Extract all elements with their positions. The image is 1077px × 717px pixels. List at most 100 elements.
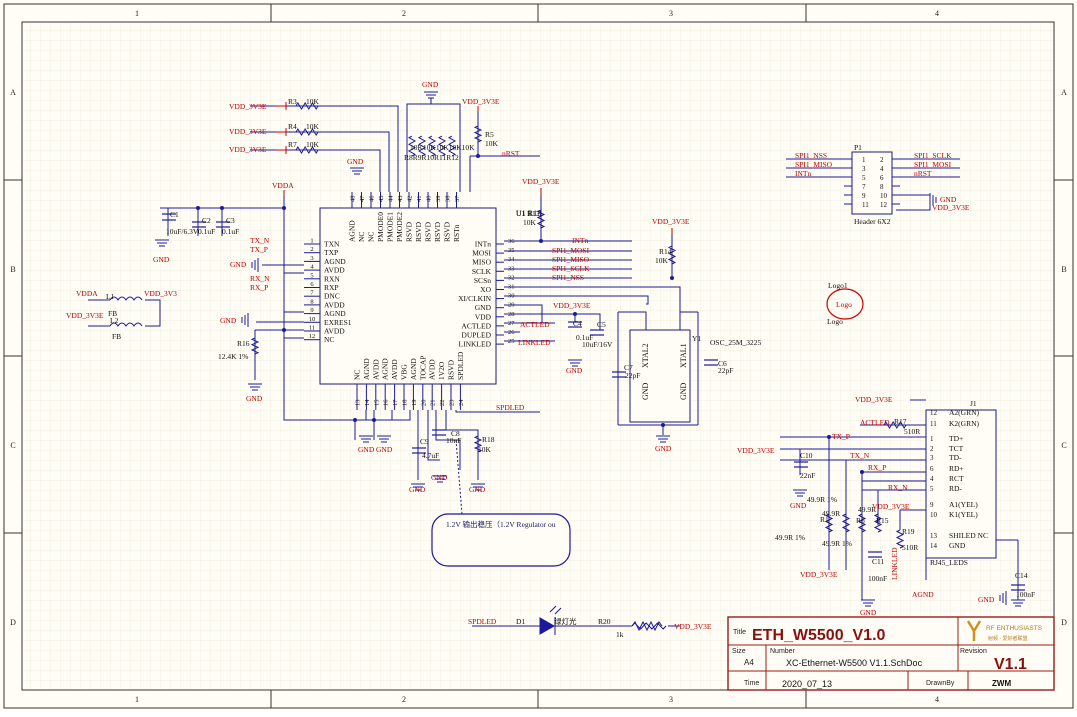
gnd-label: GND bbox=[566, 366, 583, 375]
gnd-label: GND bbox=[431, 473, 448, 482]
chip-pin-name: NC bbox=[367, 232, 376, 242]
brand-subtitle: 射频 · 爱好者联盟 bbox=[988, 635, 1027, 642]
j1-pin-name: RD+ bbox=[949, 464, 964, 473]
spi-nss-net: SPI1_NSS bbox=[552, 273, 584, 282]
chip-pin-name: AGND bbox=[381, 358, 390, 380]
j1-pin-number: 12 bbox=[930, 409, 938, 417]
chip-pin-name: RXN bbox=[324, 274, 340, 283]
chip-pin-number: 45 bbox=[378, 196, 385, 203]
col-label-1-bottom: 1 bbox=[135, 695, 139, 704]
d1-label: D1 bbox=[516, 617, 525, 626]
chip-pin-name: PMODE0 bbox=[376, 212, 385, 242]
chip-pin-number: 18 bbox=[402, 400, 409, 407]
chip-pin-name: DUPLED bbox=[461, 331, 491, 340]
c2-label: C2 bbox=[202, 216, 211, 225]
spdled-net: SPDLED bbox=[468, 617, 497, 626]
chip-pin-name: VBG bbox=[400, 364, 409, 380]
c11-label: C11 bbox=[872, 557, 884, 566]
chip-pin-number: 15 bbox=[373, 400, 380, 407]
gnd-label: GND bbox=[469, 485, 486, 494]
chip-pin-number: 8 bbox=[310, 298, 313, 305]
header-pin-number: 2 bbox=[880, 156, 884, 164]
chip-pin-number: 24 bbox=[458, 399, 465, 406]
chip-pin-name: SCSn bbox=[474, 276, 491, 285]
c2-value: 0.1uF bbox=[198, 227, 215, 236]
chip-pin-name: AGND bbox=[324, 257, 346, 266]
header-left-net: SPI1_NSS bbox=[795, 151, 827, 160]
xtal2-label: XTAL2 bbox=[641, 343, 650, 368]
c5-value: 10uF/16V bbox=[582, 340, 613, 349]
schematic-canvas: 1 2 3 4 1 2 3 4 A B C D A B C D U1 R13 1… bbox=[0, 0, 1077, 712]
row-label-a-right: A bbox=[1061, 88, 1067, 97]
header-pin-number: 4 bbox=[880, 165, 884, 173]
gnd-label: GND bbox=[978, 595, 995, 604]
chip-pin-name: PMODE2 bbox=[395, 212, 404, 242]
c6-value: 22pF bbox=[718, 366, 733, 375]
j1-pin-name: TD+ bbox=[949, 434, 963, 443]
r5-value: 10K bbox=[485, 139, 499, 148]
r13-label: U1 R13 bbox=[516, 209, 540, 218]
spi-sclk-net: SPI1_SCLK bbox=[552, 264, 590, 273]
r16-value: 12.4K 1% bbox=[218, 352, 248, 361]
rj45-label: RJ45_LEDS bbox=[930, 558, 968, 567]
gnd-label: GND bbox=[220, 316, 237, 325]
row-label-c: C bbox=[10, 441, 15, 450]
chip-pin-name: RSVD bbox=[447, 359, 456, 380]
linkled-net-vertical: LINKLED bbox=[890, 547, 899, 580]
c1-label: C1 bbox=[170, 210, 179, 219]
net-vdd3v3e-label: VDD_3V3E bbox=[652, 217, 690, 226]
j1-pin-name: K1(YEL) bbox=[949, 510, 978, 519]
c10-label: C10 bbox=[800, 451, 813, 460]
chip-pin-name: AGND bbox=[324, 309, 346, 318]
net-vdd3v3e-label: VDD_3V3E bbox=[522, 177, 560, 186]
c4-label: C4 bbox=[573, 319, 582, 328]
j1-pin-number: 6 bbox=[930, 465, 934, 473]
size-value: A4 bbox=[744, 658, 754, 667]
gnd-label: GND bbox=[790, 501, 807, 510]
chip-pin-name: RSVD bbox=[433, 221, 442, 242]
chip-pin-number: 38 bbox=[445, 196, 452, 203]
chip-pin-name: MISO bbox=[472, 258, 491, 267]
chip-pin-number: 1 bbox=[310, 238, 313, 245]
j1-pin-name: A2(GRN) bbox=[949, 408, 979, 417]
j1-pin-number: 11 bbox=[930, 420, 937, 428]
r4-label: R4 bbox=[288, 122, 297, 131]
header-right-net: SPI1_MOSI bbox=[914, 160, 952, 169]
revision-value: V1.1 bbox=[994, 656, 1027, 673]
chip-pin-number: 16 bbox=[383, 399, 390, 406]
c9-value: 4.7uF bbox=[422, 451, 439, 460]
j1-pin-number: 5 bbox=[930, 485, 934, 493]
chip-pin-number: 19 bbox=[411, 400, 418, 407]
tx-p-net: TX_P bbox=[832, 432, 850, 441]
intn-net: INTn bbox=[572, 236, 588, 245]
j1-label: J1 bbox=[970, 399, 977, 408]
chip-pin-name: DNC bbox=[324, 292, 340, 301]
tx-n-net: TX_N bbox=[250, 236, 270, 245]
r7-value: 10K bbox=[306, 140, 320, 149]
r20-value: 1k bbox=[616, 630, 624, 639]
p1-label: P1 bbox=[854, 143, 862, 152]
chip-pin-name: TXN bbox=[324, 240, 340, 249]
title-label: Title bbox=[733, 629, 746, 636]
c3-value: 0.1uF bbox=[222, 227, 239, 236]
header-pin-number: 10 bbox=[880, 192, 888, 200]
c9-label: C9 bbox=[420, 437, 429, 446]
r19-value: 510R bbox=[902, 543, 918, 552]
net-vdd3v3e-label: VDD_3V3E bbox=[553, 301, 591, 310]
j1-pin-name: SHILED NC bbox=[949, 531, 988, 540]
col-label-2-bottom: 2 bbox=[402, 695, 406, 704]
osc-label: OSC_25M_3225 bbox=[710, 338, 762, 347]
time-value: 2020_07_13 bbox=[782, 679, 832, 689]
chip-pin-name: SCLK bbox=[472, 267, 492, 276]
chip-pin-number: 46 bbox=[369, 195, 376, 202]
net-vdd3v3e-label: VDD_3V3E bbox=[674, 622, 712, 631]
r15-label: R15 bbox=[876, 516, 889, 525]
y1-gnd-label-a: GND bbox=[641, 382, 650, 400]
col-label-4-bottom: 4 bbox=[935, 695, 939, 704]
linkled-net: LINKLED bbox=[518, 338, 551, 347]
fb-label: FB bbox=[112, 332, 121, 341]
header-pin-number: 1 bbox=[862, 156, 866, 164]
tx-n-net: TX_N bbox=[850, 451, 870, 460]
chip-pin-name: LINKLED bbox=[459, 340, 492, 349]
c10-value: 22nF bbox=[800, 471, 815, 480]
